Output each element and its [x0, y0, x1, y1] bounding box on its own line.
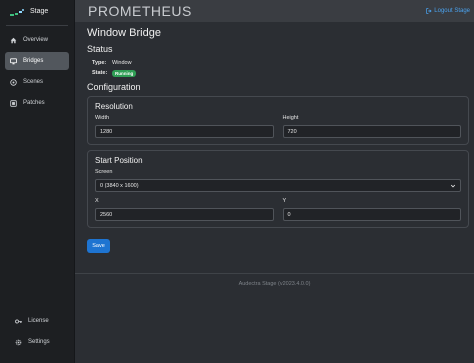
x-label: X [95, 198, 99, 204]
key-icon [14, 317, 23, 326]
position-fields: X 2560 Y 0 [95, 198, 461, 221]
sidebar-item-label: Settings [28, 339, 50, 345]
sidebar-item-settings[interactable]: Settings [10, 333, 64, 351]
status-section-title: Status [87, 44, 113, 54]
brand[interactable]: Stage [0, 0, 74, 22]
y-field: Y 0 [282, 198, 461, 221]
height-input[interactable]: 720 [282, 125, 461, 138]
sidebar-item-label: License [28, 318, 49, 324]
x-input[interactable]: 2560 [95, 208, 274, 221]
resolution-title: Resolution [95, 102, 133, 111]
status-type-value: Window [112, 60, 132, 66]
screen-select[interactable]: 0 (3840 x 1600) [95, 179, 461, 192]
width-input[interactable]: 1280 [95, 125, 274, 138]
scenes-icon [9, 78, 18, 87]
start-position-card: Start Position Screen 0 (3840 x 1600) X … [87, 150, 469, 228]
sidebar-item-patches[interactable]: Patches [5, 94, 69, 112]
status-row-type: Type: Window [87, 58, 469, 68]
sidebar-item-license[interactable]: License [10, 312, 64, 330]
y-input[interactable]: 0 [282, 208, 461, 221]
height-label: Height [282, 115, 299, 121]
stage-logo-icon [10, 9, 24, 16]
main-content: Window Bridge Status Type: Window State:… [75, 22, 474, 253]
status-row-state: State: Running [87, 68, 469, 78]
status-badge: Running [112, 69, 137, 77]
save-button[interactable]: Save [87, 239, 110, 253]
brand-name: Stage [30, 7, 49, 15]
patches-icon [9, 99, 18, 108]
save-row: Save [87, 234, 469, 253]
sidebar-item-label: Overview [23, 37, 49, 43]
logout-icon [426, 8, 432, 14]
monitor-icon [9, 57, 18, 66]
gear-icon [14, 338, 23, 347]
chevron-down-icon [450, 184, 456, 187]
resolution-card: Resolution Width 1280 Height 720 [87, 96, 469, 145]
page-title: Window Bridge [87, 27, 161, 39]
sidebar: Stage Overview Bridges Scenes Patches Li… [0, 0, 75, 363]
x-field: X 2560 [95, 198, 274, 221]
footer-divider [75, 273, 474, 274]
resolution-fields: Width 1280 Height 720 [95, 115, 461, 138]
sidebar-item-label: Bridges [23, 58, 44, 64]
sidebar-item-label: Patches [23, 100, 45, 106]
footer-version: Audectra Stage (v2023.4.0.0) [238, 281, 311, 287]
width-label: Width [95, 115, 110, 121]
sidebar-nav: Overview Bridges Scenes Patches [0, 26, 74, 112]
sidebar-item-overview[interactable]: Overview [5, 31, 69, 49]
screen-select-value: 0 (3840 x 1600) [100, 182, 139, 189]
app-title: PROMETHEUS [88, 3, 192, 19]
sidebar-item-bridges[interactable]: Bridges [5, 52, 69, 70]
configuration-section-title: Configuration [87, 82, 141, 92]
sidebar-item-label: Scenes [23, 79, 44, 85]
sidebar-bottom-nav: License Settings [5, 307, 69, 354]
top-header: PROMETHEUS Logout Stage [75, 0, 474, 22]
home-icon [9, 36, 18, 45]
status-state-key: State: [92, 70, 108, 76]
logout-label: Logout Stage [434, 8, 470, 14]
sidebar-item-scenes[interactable]: Scenes [5, 73, 69, 91]
height-field: Height 720 [282, 115, 461, 138]
status-type-key: Type: [92, 60, 107, 66]
start-position-title: Start Position [95, 156, 143, 165]
screen-label: Screen [95, 169, 113, 175]
y-label: Y [282, 198, 287, 204]
logout-link[interactable]: Logout Stage [426, 8, 470, 14]
width-field: Width 1280 [95, 115, 274, 138]
status-table: Type: Window State: Running [87, 58, 469, 78]
